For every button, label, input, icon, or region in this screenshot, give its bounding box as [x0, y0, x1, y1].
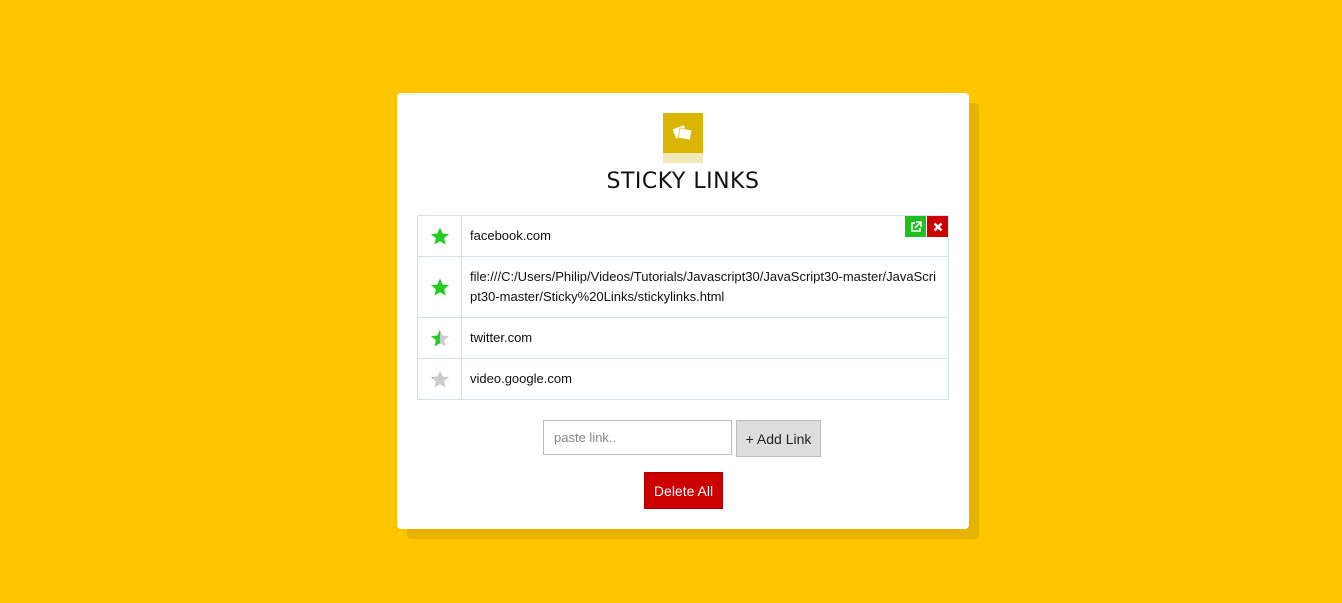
rating-cell: [418, 318, 462, 358]
close-icon: [933, 222, 942, 231]
rating-cell: [418, 359, 462, 399]
sticky-notes-icon: [663, 113, 703, 153]
links-list: facebook.com file:///C:/Users/Philip/Vide…: [417, 215, 949, 400]
link-url[interactable]: twitter.com: [462, 318, 948, 358]
row-actions: [905, 216, 948, 237]
delete-all-button[interactable]: Delete All: [644, 472, 723, 509]
star-icon[interactable]: [430, 277, 450, 297]
link-row: facebook.com: [418, 216, 948, 257]
delete-link-button[interactable]: [927, 216, 948, 237]
star-icon[interactable]: [430, 369, 450, 389]
link-url[interactable]: facebook.com: [462, 216, 948, 256]
rating-cell: [418, 257, 462, 317]
link-row: twitter.com: [418, 318, 948, 359]
open-link-button[interactable]: [905, 216, 926, 237]
app-logo: [663, 113, 703, 163]
link-url[interactable]: video.google.com: [462, 359, 948, 399]
rating-cell: [418, 216, 462, 256]
sticky-links-card: STICKY LINKS facebook.com file:///C:/User…: [397, 93, 969, 529]
add-link-form: + Add Link: [543, 420, 821, 457]
link-row: file:///C:/Users/Philip/Videos/Tutorials…: [418, 257, 948, 318]
link-row: video.google.com: [418, 359, 948, 400]
star-icon[interactable]: [430, 226, 450, 246]
add-link-button[interactable]: + Add Link: [736, 420, 821, 457]
link-url[interactable]: file:///C:/Users/Philip/Videos/Tutorials…: [462, 257, 948, 317]
link-input[interactable]: [543, 420, 732, 455]
page-title: STICKY LINKS: [606, 169, 760, 194]
star-icon[interactable]: [430, 328, 450, 348]
external-link-icon: [910, 220, 922, 232]
